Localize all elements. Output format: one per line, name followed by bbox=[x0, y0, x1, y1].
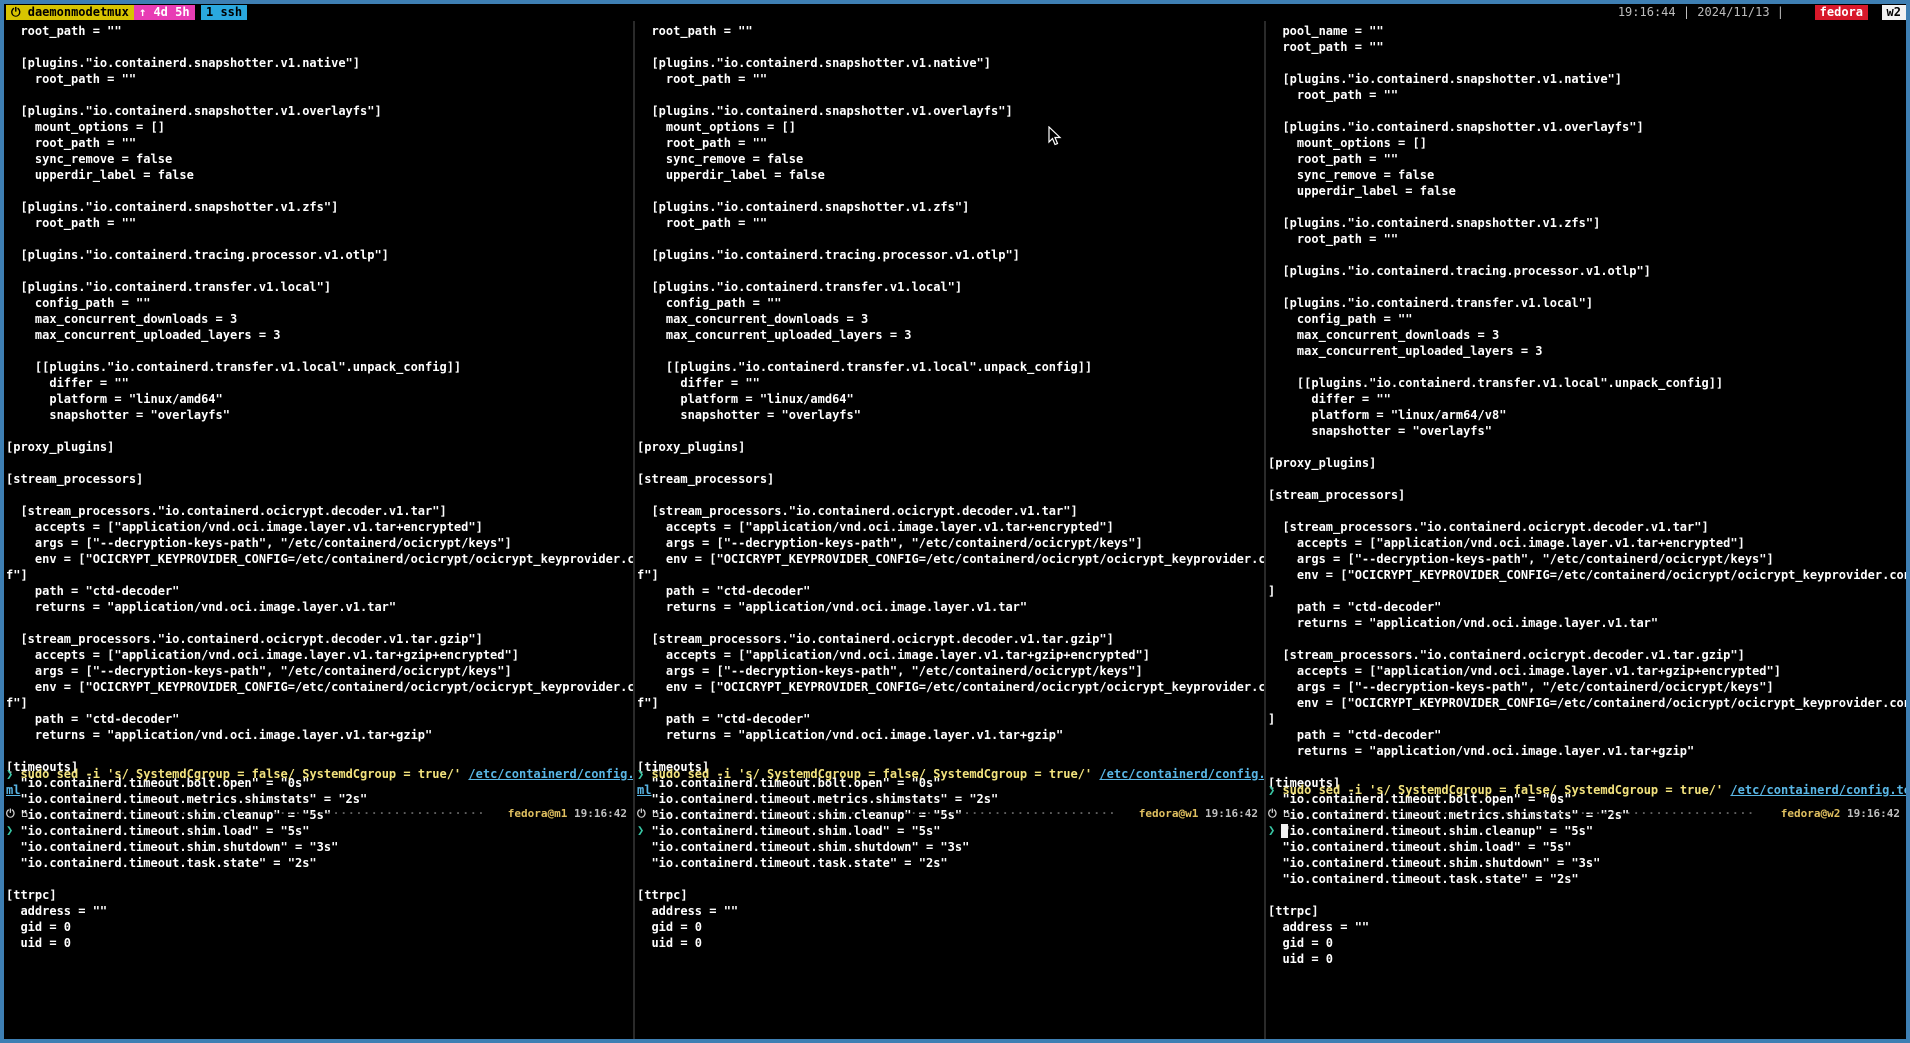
terminal-cursor bbox=[1281, 823, 1289, 838]
prompt-status-line: ⏻ ⌂ ~ ··································… bbox=[1268, 806, 1900, 822]
prompt-user-host: fedora@w2 bbox=[1780, 807, 1841, 820]
command-text: sudo sed -i 's/ SystemdCgroup = false/ S… bbox=[1275, 783, 1731, 797]
command-line[interactable]: ❯ sudo sed -i 's/ SystemdCgroup = false/… bbox=[637, 766, 1264, 782]
input-prompt[interactable]: ❯ bbox=[6, 822, 13, 838]
mouse-pointer-icon bbox=[1048, 126, 1062, 146]
prompt-user-host: fedora@w1 bbox=[1138, 807, 1199, 820]
session-name-badge: ⏻ daemonmodetmux bbox=[6, 5, 134, 20]
command-text: sudo sed -i 's/ SystemdCgroup = false/ S… bbox=[644, 767, 1100, 781]
prompt-status-line: ⏻ ⌂ ~ ··································… bbox=[637, 806, 1258, 822]
home-icon: ⏻ ⌂ ~ bbox=[1268, 807, 1304, 820]
command-path-link[interactable]: /etc/containerd/config.to bbox=[1099, 767, 1264, 781]
terminal-output: pool_name = "" root_path = "" [plugins."… bbox=[1268, 24, 1906, 966]
command-path-link-wrap[interactable]: ml bbox=[637, 783, 651, 797]
tmux-status-bar: ⏻ daemonmodetmux ↑ 4d 5h 1 ssh 19:16:44 … bbox=[4, 4, 1906, 21]
input-prompt[interactable]: ❯ bbox=[1268, 822, 1289, 838]
window-name-badge: w2 bbox=[1881, 5, 1906, 20]
command-line[interactable]: ❯ sudo sed -i 's/ SystemdCgroup = false/… bbox=[1268, 782, 1906, 798]
prompt-chevron-icon: ❯ bbox=[637, 823, 645, 837]
prompt-chevron-icon: ❯ bbox=[1268, 823, 1276, 837]
hostname-badge: fedora bbox=[1814, 5, 1868, 20]
window-tab-ssh[interactable]: 1 ssh bbox=[201, 5, 248, 20]
prompt-dotted-filler: ········································… bbox=[697, 807, 1113, 820]
prompt-chevron-icon: ❯ bbox=[6, 823, 14, 837]
command-text: sudo sed -i 's/ SystemdCgroup = false/ S… bbox=[13, 767, 469, 781]
command-path-link-wrap[interactable]: ml bbox=[6, 783, 20, 797]
prompt-dotted-filler: ········································… bbox=[1328, 807, 1755, 820]
tmux-window: ⏻ daemonmodetmux ↑ 4d 5h 1 ssh 19:16:44 … bbox=[4, 4, 1906, 1039]
prompt-dotted-filler: ········································… bbox=[66, 807, 482, 820]
input-prompt[interactable]: ❯ bbox=[637, 822, 644, 838]
home-icon: ⏻ ⌂ ~ bbox=[637, 807, 673, 820]
terminal-pane-w1[interactable]: root_path = "" [plugins."io.containerd.s… bbox=[635, 21, 1264, 1039]
terminal-pane-w2[interactable]: pool_name = "" root_path = "" [plugins."… bbox=[1266, 21, 1906, 1039]
command-path-link[interactable]: /etc/containerd/config.to bbox=[468, 767, 633, 781]
command-line-wrap: ml bbox=[6, 782, 20, 798]
prompt-user-host: fedora@m1 bbox=[507, 807, 568, 820]
prompt-time: 19:16:42 bbox=[574, 807, 627, 820]
prompt-time: 19:16:42 bbox=[1847, 807, 1900, 820]
prompt-time: 19:16:42 bbox=[1205, 807, 1258, 820]
prompt-status-line: ⏻ ⌂ ~ ··································… bbox=[6, 806, 627, 822]
command-path-link[interactable]: /etc/containerd/config.toml bbox=[1730, 783, 1906, 797]
command-line[interactable]: ❯ sudo sed -i 's/ SystemdCgroup = false/… bbox=[6, 766, 633, 782]
terminal-pane-m1[interactable]: root_path = "" [plugins."io.containerd.s… bbox=[4, 21, 633, 1039]
home-icon: ⏻ ⌂ ~ bbox=[6, 807, 42, 820]
command-line-wrap: ml bbox=[637, 782, 651, 798]
uptime-badge: ↑ 4d 5h bbox=[134, 5, 195, 20]
clock-readout: 19:16:44 | 2024/11/13 | bbox=[1612, 5, 1789, 20]
